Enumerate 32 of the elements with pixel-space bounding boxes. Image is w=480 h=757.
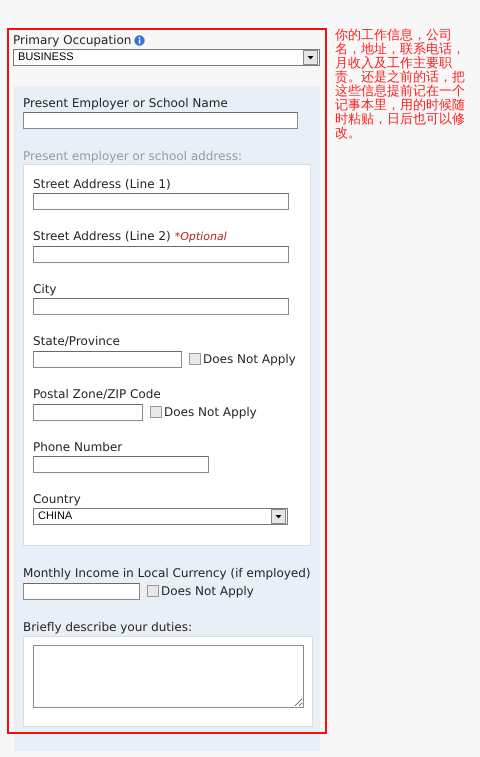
text-field[interactable] [33,193,289,210]
field-label: City [33,282,58,296]
field-label: State/Province [33,334,121,348]
field-label: Street Address (Line 1) [33,177,172,191]
text-field[interactable] [33,350,182,368]
text-field[interactable] [23,582,140,600]
annotation-note: 你的工作信息，公司名，地址，联系电话，月收入及工作主要职责。还是之前的话，把这些信息提前记在一个记事本里，用的时候随时粘贴，日后也可以修改。 [335,29,465,141]
text-field[interactable] [33,404,143,420]
text-field[interactable] [33,246,289,263]
checkbox[interactable] [150,406,162,418]
country-select[interactable]: CHINA [33,508,288,525]
field-label: Monthly Income in Local Currency (if employed) [23,566,312,580]
field-label: Country [33,492,82,506]
field-label: Phone Number [33,440,124,454]
checkbox-label: Does Not Apply [164,404,257,421]
optional-note: *Optional [174,230,227,244]
checkbox[interactable] [147,585,159,597]
info-icon[interactable] [134,34,146,46]
text-field[interactable] [33,456,209,473]
text-field[interactable] [23,112,298,129]
section-heading: Present employer or school address: [23,149,243,163]
field-label: Present Employer or School Name [23,96,229,110]
field-label: Primary Occupation [13,33,132,47]
checkbox-label: Does Not Apply [203,351,296,368]
checkbox-label: Does Not Apply [161,583,254,600]
field-label: Briefly describe your duties: [23,620,194,634]
field-label: Street Address (Line 2) [33,229,171,243]
duties-field[interactable] [33,645,304,708]
field-label: Postal Zone/ZIP Code [33,387,162,401]
checkbox[interactable] [189,353,201,365]
occupation-select[interactable]: BUSINESS [13,49,320,66]
text-field[interactable] [33,298,289,315]
